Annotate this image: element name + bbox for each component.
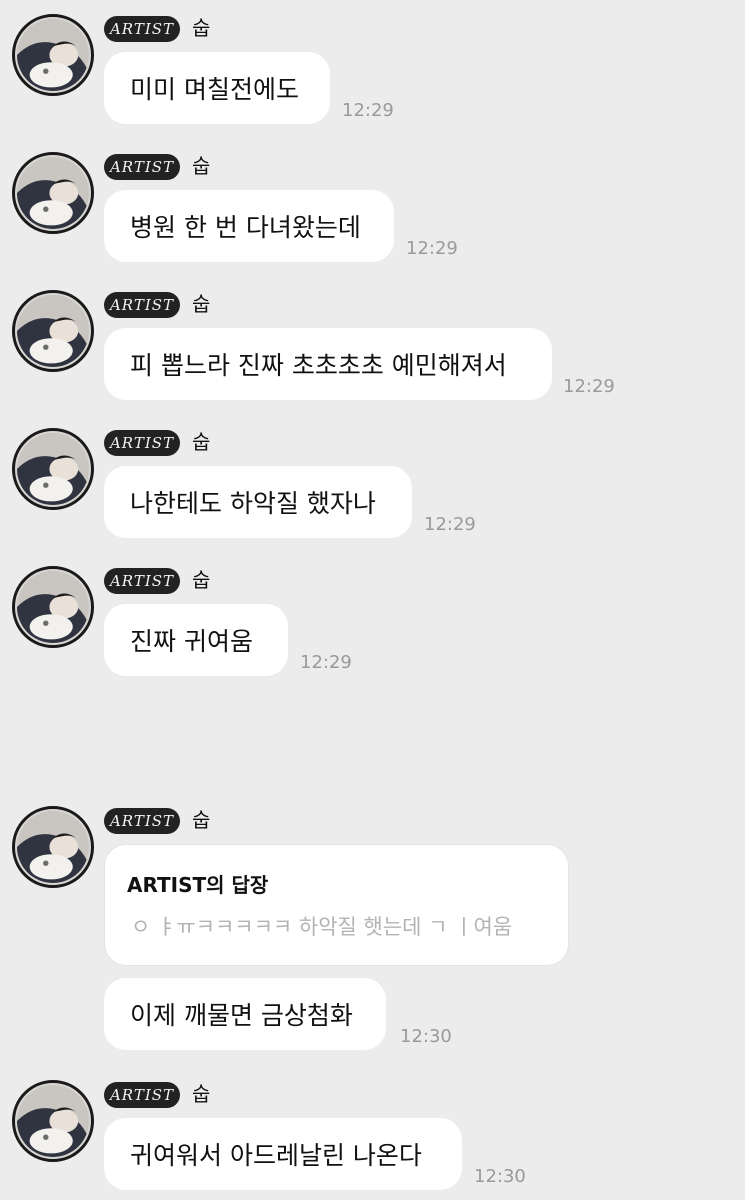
message-bubble[interactable]: 이제 깨물면 금상첨화 bbox=[104, 978, 386, 1050]
sender-name: 숩 bbox=[192, 292, 211, 316]
message-bubble[interactable]: 미미 며칠전에도 bbox=[104, 52, 330, 124]
avatar[interactable] bbox=[12, 1080, 94, 1162]
artist-badge: ARTIST bbox=[104, 808, 180, 834]
sender-name: 숩 bbox=[192, 1082, 211, 1106]
avatar[interactable] bbox=[12, 290, 94, 372]
message-time: 12:29 bbox=[563, 376, 615, 397]
artist-badge: ARTIST bbox=[104, 568, 180, 594]
artist-badge: ARTIST bbox=[104, 292, 180, 318]
message-time: 12:29 bbox=[342, 100, 394, 121]
reply-title: ARTIST의 답장 bbox=[127, 873, 269, 897]
reply-card[interactable]: ARTIST의 답장 ㅇ ㅑㅠㅋㅋㅋㅋㅋ 하악질 햇는데 ㄱ ㅣ여움 bbox=[104, 844, 569, 966]
artist-badge: ARTIST bbox=[104, 430, 180, 456]
sender-name: 숩 bbox=[192, 808, 211, 832]
artist-badge: ARTIST bbox=[104, 154, 180, 180]
artist-badge: ARTIST bbox=[104, 16, 180, 42]
message-bubble[interactable]: 병원 한 번 다녀왔는데 bbox=[104, 190, 394, 262]
message-time: 12:29 bbox=[300, 652, 352, 673]
message-bubble[interactable]: 진짜 귀여움 bbox=[104, 604, 288, 676]
message-time: 12:29 bbox=[424, 514, 476, 535]
message-time: 12:30 bbox=[474, 1166, 526, 1187]
message-time: 12:29 bbox=[406, 238, 458, 259]
avatar[interactable] bbox=[12, 806, 94, 888]
artist-badge: ARTIST bbox=[104, 1082, 180, 1108]
avatar[interactable] bbox=[12, 14, 94, 96]
avatar[interactable] bbox=[12, 566, 94, 648]
message-bubble[interactable]: 귀여워서 아드레날린 나온다 bbox=[104, 1118, 462, 1190]
message-bubble[interactable]: 나한테도 하악질 했자나 bbox=[104, 466, 412, 538]
sender-name: 숩 bbox=[192, 16, 211, 40]
sender-name: 숩 bbox=[192, 154, 211, 178]
message-time: 12:30 bbox=[400, 1026, 452, 1047]
message-bubble[interactable]: 피 뽑느라 진짜 초초초초 예민해져서 bbox=[104, 328, 552, 400]
sender-name: 숩 bbox=[192, 430, 211, 454]
sender-name: 숩 bbox=[192, 568, 211, 592]
reply-quote: ㅇ ㅑㅠㅋㅋㅋㅋㅋ 하악질 햇는데 ㄱ ㅣ여움 bbox=[131, 915, 513, 939]
avatar[interactable] bbox=[12, 152, 94, 234]
avatar[interactable] bbox=[12, 428, 94, 510]
